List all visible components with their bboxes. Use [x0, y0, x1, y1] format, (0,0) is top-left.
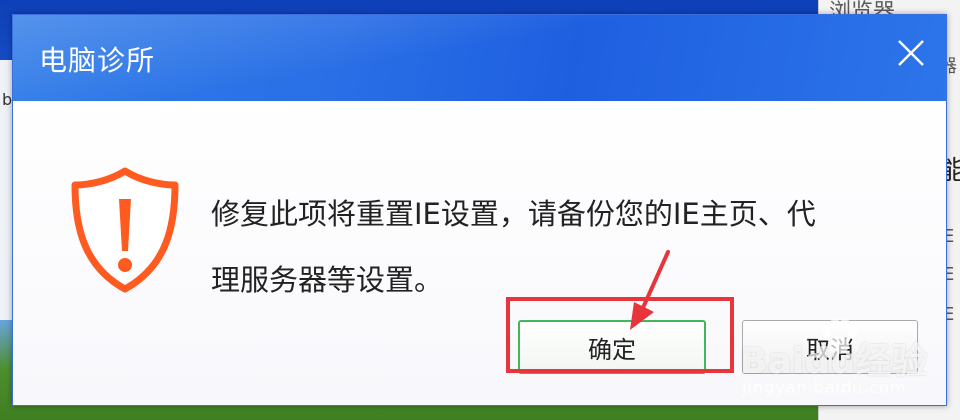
warning-shield-icon: [71, 167, 179, 293]
dialog-message: 修复此项将重置IE设置，请备份您的IE主页、代 理服务器等设置。: [211, 181, 901, 313]
dialog-titlebar[interactable]: 电脑诊所: [13, 15, 946, 101]
baidu-watermark: Baidu经验 jingyan.baidu.com: [740, 318, 950, 412]
close-button[interactable]: [891, 33, 931, 73]
annotation-arrow-icon: [630, 250, 670, 330]
screenshot-scene: b 浏览器 器 能 E E E 电脑诊所 修复此项将重置IE设置，请备份您的IE…: [0, 0, 960, 420]
background-left-text: b: [2, 90, 13, 109]
annotation-highlight-box: [506, 297, 734, 373]
dialog-title: 电脑诊所: [39, 44, 156, 77]
watermark-url: jingyan.baidu.com: [742, 378, 907, 397]
watermark-logo-text: Baidu经验: [740, 341, 928, 382]
message-line: 修复此项将重置IE设置，请备份您的IE主页、代: [211, 197, 816, 231]
close-icon: [898, 40, 924, 66]
